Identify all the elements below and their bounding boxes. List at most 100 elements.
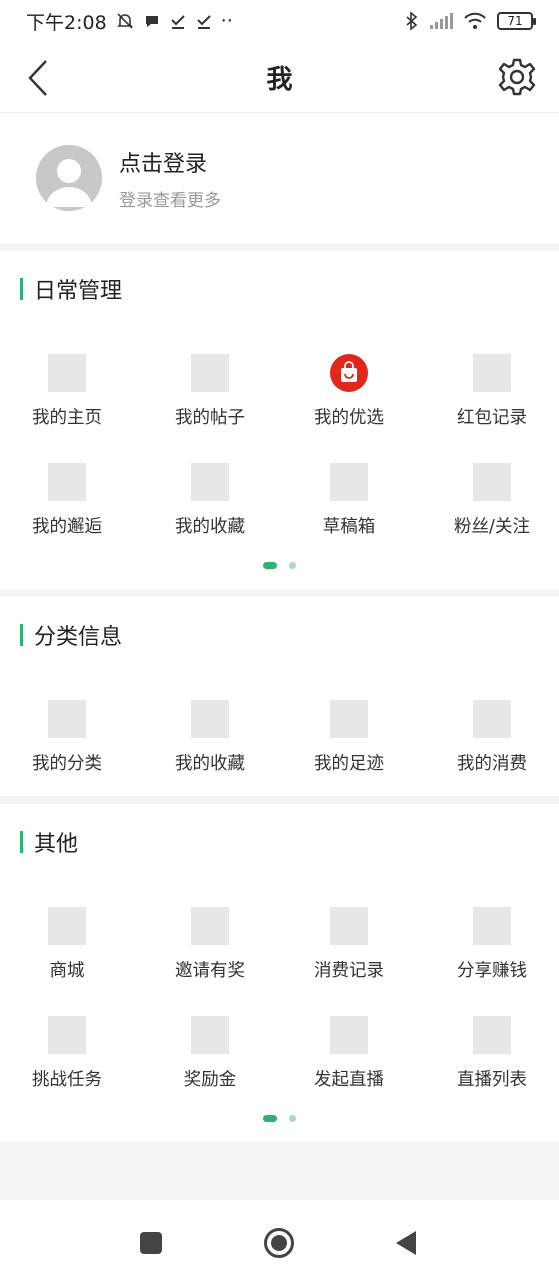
chat-bubble-icon <box>143 12 161 30</box>
section-title: 日常管理 <box>34 279 123 304</box>
download-done-icon <box>169 12 187 30</box>
download-done-icon <box>195 12 213 30</box>
default-avatar-icon <box>36 145 102 211</box>
signal-icon <box>429 13 453 29</box>
placeholder-icon <box>48 354 86 392</box>
menu-item-label: 我的收藏 <box>175 754 245 774</box>
menu-item-label: 粉丝/关注 <box>454 517 530 537</box>
status-bar: 下午2:08 ·· 71 <box>0 0 559 42</box>
system-nav-bar <box>0 1200 559 1280</box>
menu-item-my-favorites[interactable]: 我的收藏 <box>140 700 280 800</box>
circle-icon <box>264 1228 294 1258</box>
menu-item-invite-rewards[interactable]: 邀请有奖 <box>140 907 280 1007</box>
menu-item-label: 红包记录 <box>457 408 527 428</box>
menu-item-label: 我的邂逅 <box>32 517 102 537</box>
page-dot-active[interactable] <box>263 1115 277 1122</box>
menu-item-my-categories[interactable]: 我的分类 <box>0 700 137 800</box>
back-button[interactable] <box>20 56 56 100</box>
page-indicator[interactable] <box>0 562 559 569</box>
placeholder-icon <box>191 1016 229 1054</box>
page-dot-active[interactable] <box>263 562 277 569</box>
menu-item-label: 我的帖子 <box>175 408 245 428</box>
menu-item-label: 我的收藏 <box>175 517 245 537</box>
menu-item-start-live[interactable]: 发起直播 <box>279 1016 419 1116</box>
menu-item-label: 我的分类 <box>32 754 102 774</box>
menu-item-fans-following[interactable]: 粉丝/关注 <box>422 463 559 563</box>
page-indicator[interactable] <box>0 1115 559 1122</box>
menu-item-share-earn[interactable]: 分享赚钱 <box>422 907 559 1007</box>
menu-item-label: 我的消费 <box>457 754 527 774</box>
menu-item-label: 我的优选 <box>314 408 384 428</box>
placeholder-icon <box>473 1016 511 1054</box>
menu-item-label: 分享赚钱 <box>457 961 527 981</box>
status-time: 下午2:08 <box>26 11 107 34</box>
menu-item-label: 奖励金 <box>183 1070 237 1090</box>
menu-item-live-list[interactable]: 直播列表 <box>422 1016 559 1116</box>
placeholder-icon <box>191 700 229 738</box>
menu-item-spending-records[interactable]: 消费记录 <box>279 907 419 1007</box>
placeholder-icon <box>473 463 511 501</box>
page-title: 我 <box>266 64 293 95</box>
menu-item-my-posts[interactable]: 我的帖子 <box>140 354 280 454</box>
settings-button[interactable] <box>495 55 539 99</box>
menu-item-label: 直播列表 <box>457 1070 527 1090</box>
menu-item-label: 我的主页 <box>32 408 102 428</box>
menu-item-label: 发起直播 <box>314 1070 384 1090</box>
recents-button[interactable] <box>129 1221 173 1265</box>
placeholder-icon <box>191 907 229 945</box>
menu-item-label: 我的足迹 <box>314 754 384 774</box>
placeholder-icon <box>48 463 86 501</box>
menu-item-my-footprints[interactable]: 我的足迹 <box>279 700 419 800</box>
menu-item-mall[interactable]: 商城 <box>0 907 137 1007</box>
shopping-bag-icon <box>330 354 368 392</box>
section-accent-bar <box>20 624 23 646</box>
menu-item-red-packet-records[interactable]: 红包记录 <box>422 354 559 454</box>
menu-item-my-spending[interactable]: 我的消费 <box>422 700 559 800</box>
profile-card[interactable]: 点击登录 登录查看更多 <box>0 113 559 243</box>
placeholder-icon <box>330 1016 368 1054</box>
menu-item-label: 商城 <box>49 961 85 981</box>
placeholder-icon <box>48 700 86 738</box>
wifi-icon <box>463 12 487 30</box>
menu-item-my-favorites[interactable]: 我的收藏 <box>140 463 280 563</box>
login-prompt[interactable]: 点击登录 <box>119 146 221 178</box>
login-subtitle: 登录查看更多 <box>119 190 221 211</box>
battery-icon: 71 <box>497 12 536 30</box>
section-category-info: 分类信息 我的分类 我的收藏 我的足迹 我的消费 <box>0 597 559 796</box>
square-icon <box>140 1232 162 1254</box>
gear-icon <box>498 58 536 96</box>
menu-item-drafts[interactable]: 草稿箱 <box>279 463 419 563</box>
section-accent-bar <box>20 278 23 300</box>
menu-item-challenge-tasks[interactable]: 挑战任务 <box>0 1016 137 1116</box>
page-dot[interactable] <box>289 1115 296 1122</box>
menu-item-label: 邀请有奖 <box>175 961 245 981</box>
placeholder-icon <box>473 700 511 738</box>
menu-item-label: 草稿箱 <box>322 517 376 537</box>
placeholder-icon <box>330 463 368 501</box>
home-button[interactable] <box>257 1221 301 1265</box>
status-more-dots: ·· <box>220 10 233 32</box>
placeholder-icon <box>330 700 368 738</box>
section-title: 分类信息 <box>34 625 123 650</box>
menu-item-my-encounters[interactable]: 我的邂逅 <box>0 463 137 563</box>
bluetooth-icon <box>405 11 419 31</box>
placeholder-icon <box>191 354 229 392</box>
avatar[interactable] <box>36 145 102 211</box>
placeholder-icon <box>473 907 511 945</box>
chevron-left-icon <box>28 60 47 96</box>
menu-item-bonus[interactable]: 奖励金 <box>140 1016 280 1116</box>
header-bar: 我 <box>0 42 559 113</box>
mute-bell-icon <box>115 11 135 31</box>
menu-item-label: 挑战任务 <box>32 1070 102 1090</box>
battery-level: 71 <box>507 14 523 28</box>
page-dot[interactable] <box>289 562 296 569</box>
placeholder-icon <box>48 1016 86 1054</box>
menu-item-label: 消费记录 <box>314 961 384 981</box>
back-nav-button[interactable] <box>384 1221 428 1265</box>
menu-item-my-picks[interactable]: 我的优选 <box>279 354 419 454</box>
menu-item-my-homepage[interactable]: 我的主页 <box>0 354 137 454</box>
placeholder-icon <box>191 463 229 501</box>
section-other: 其他 商城 邀请有奖 消费记录 分享赚钱 挑战任务 奖励金 发起直播 直播列表 <box>0 804 559 1142</box>
section-daily-management: 日常管理 我的主页 我的帖子 我的优选 红包记录 我的邂逅 我的收藏 草稿箱 粉… <box>0 251 559 590</box>
placeholder-icon <box>48 907 86 945</box>
